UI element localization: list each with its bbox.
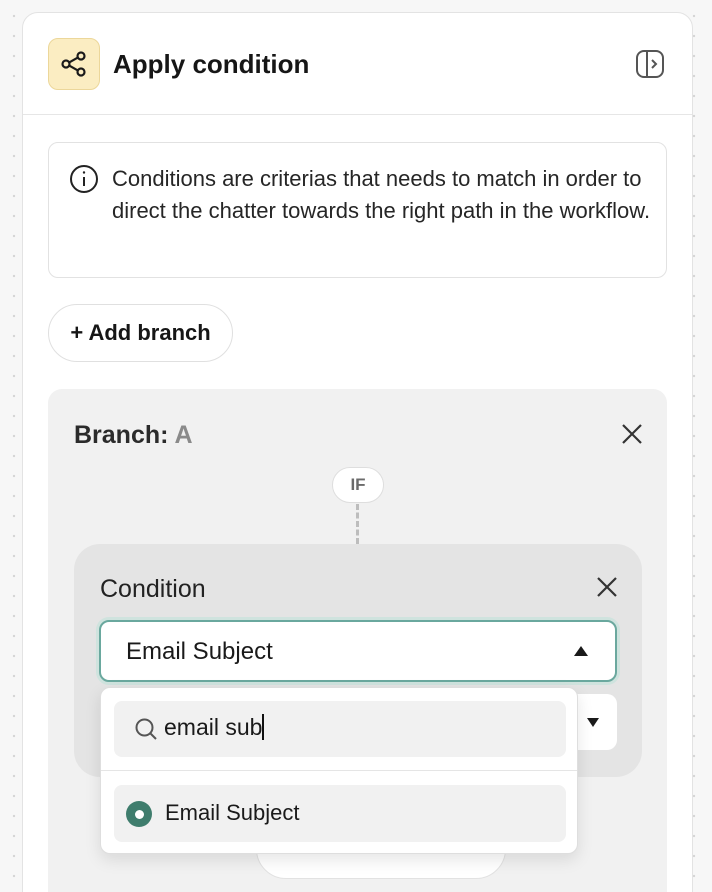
add-branch-button[interactable]: + Add branch [48,304,233,362]
collapse-panel-button[interactable] [635,49,665,79]
info-icon [70,165,98,193]
branching-nodes-icon [48,38,100,90]
caret-up-icon [574,646,588,656]
close-icon[interactable] [593,573,621,601]
panel-header: Apply condition [23,13,692,115]
branch-letter: A [174,421,193,449]
condition-title: Condition [100,575,206,603]
dropdown-option-label: Email Subject [165,800,300,825]
search-input-value: email sub [164,714,263,740]
branch-label: Branch: [74,421,169,449]
condition-field-value: Email Subject [126,638,273,665]
info-callout: Conditions are criterias that needs to m… [48,142,667,278]
search-input[interactable]: email sub [164,714,265,741]
field-dropdown-menu: email sub Email Subject [100,687,578,854]
branch-title: Branch: A [74,421,193,450]
panel-title: Apply condition [113,49,310,79]
condition-field-select[interactable]: Email Subject [99,620,617,682]
if-connector-label: IF [332,467,384,503]
search-icon [135,718,157,740]
dropdown-option[interactable]: Email Subject [114,785,566,842]
info-text: Conditions are criterias that needs to m… [112,166,651,223]
dropdown-divider [101,770,577,771]
radio-selected-icon [126,801,152,827]
caret-down-icon [587,718,599,727]
if-connector-line [356,504,359,544]
text-cursor [262,714,265,740]
close-icon[interactable] [618,420,646,448]
collapse-panel-icon [636,50,664,78]
dropdown-search[interactable]: email sub [114,701,566,757]
